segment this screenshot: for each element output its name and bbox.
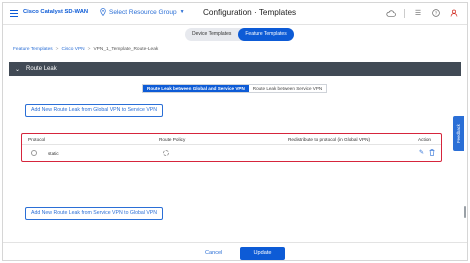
- breadcrumb-cisco-vpn[interactable]: Cisco VPN: [61, 47, 84, 52]
- route-leak-tabs: Route Leak between Global and Service VP…: [142, 84, 328, 93]
- route-leak-section-header[interactable]: ⌄ Route Leak: [9, 62, 461, 76]
- column-route-policy: Route Policy: [159, 137, 186, 142]
- app-window: Cisco Catalyst SD-WAN Select Resource Gr…: [2, 2, 468, 261]
- breadcrumb: Feature Templates > Cisco VPN > VPN_1_Te…: [13, 47, 158, 52]
- route-policy-status-icon: [163, 150, 169, 156]
- user-icon[interactable]: [449, 8, 459, 18]
- breadcrumb-separator: >: [87, 47, 91, 52]
- svg-text:?: ?: [435, 11, 438, 16]
- page-title: Configuration · Templates: [203, 8, 297, 17]
- cloud-icon[interactable]: [386, 8, 396, 18]
- hamburger-menu-icon[interactable]: [10, 10, 18, 18]
- edit-icon[interactable]: ✎: [419, 149, 424, 156]
- chevron-down-icon: ⌄: [15, 66, 21, 73]
- tab-device-templates[interactable]: Device Templates: [185, 28, 238, 41]
- brand-title: Cisco Catalyst SD-WAN: [23, 9, 89, 15]
- cancel-button[interactable]: Cancel: [205, 250, 222, 256]
- footer-bar: Cancel Update: [3, 242, 467, 260]
- section-title: Route Leak: [26, 66, 57, 72]
- help-icon[interactable]: ?: [431, 8, 441, 18]
- update-button[interactable]: Update: [240, 247, 285, 260]
- feedback-label: Feedback: [456, 124, 461, 143]
- tab-global-and-service-vpn[interactable]: Route Leak between Global and Service VP…: [143, 85, 249, 92]
- resource-group-label: Select Resource Group: [109, 8, 177, 16]
- breadcrumb-separator: >: [55, 47, 59, 52]
- protocol-status-icon: [31, 150, 37, 156]
- table-header: Protocol Route Policy Redistribute to pr…: [22, 134, 441, 145]
- template-tabs: Device Templates Feature Templates: [185, 28, 294, 41]
- header-icons: ☰ ?: [386, 8, 459, 18]
- table-row[interactable]: static ✎: [22, 146, 441, 160]
- resource-group-selector[interactable]: Select Resource Group ▼: [100, 8, 185, 16]
- chevron-down-icon: ▼: [179, 9, 185, 15]
- delete-icon[interactable]: [429, 149, 435, 158]
- add-route-leak-global-to-service-button[interactable]: Add New Route Leak from Global VPN to Se…: [25, 104, 163, 117]
- top-header: Cisco Catalyst SD-WAN Select Resource Gr…: [3, 3, 467, 25]
- tab-feature-templates[interactable]: Feature Templates: [238, 28, 294, 41]
- feedback-tab[interactable]: Feedback: [453, 116, 464, 151]
- menu-list-icon[interactable]: ☰: [413, 8, 423, 18]
- column-action: Action: [418, 137, 432, 142]
- breadcrumb-current: VPN_1_Template_Route-Leak: [93, 47, 159, 52]
- column-protocol: Protocol: [28, 137, 46, 142]
- add-route-leak-service-to-global-button[interactable]: Add New Route Leak from Service VPN to G…: [25, 207, 163, 220]
- protocol-value: static: [48, 151, 59, 156]
- route-leak-table: Protocol Route Policy Redistribute to pr…: [21, 133, 442, 162]
- tab-between-service-vpn[interactable]: Route Leak between Service VPN: [248, 85, 327, 92]
- column-redistribute: Redistribute to protocol (in Global VPN): [288, 137, 371, 142]
- breadcrumb-feature-templates[interactable]: Feature Templates: [13, 47, 53, 52]
- vertical-scrollbar[interactable]: [464, 206, 466, 218]
- location-pin-icon: [100, 8, 106, 16]
- header-divider: [404, 8, 405, 18]
